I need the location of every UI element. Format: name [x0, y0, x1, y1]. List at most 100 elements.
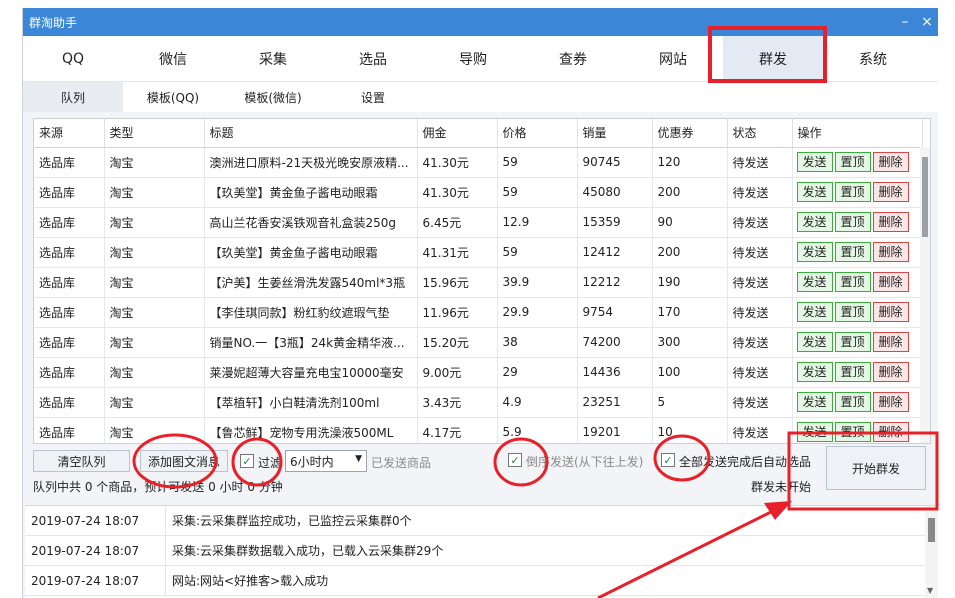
pin-top-button[interactable]: 置顶 — [834, 182, 871, 202]
table-cell: 6.45元 — [417, 207, 498, 238]
table-cell: 待发送 — [727, 387, 793, 418]
tab-1[interactable]: QQ — [23, 36, 123, 81]
send-button[interactable]: 发送 — [796, 152, 833, 172]
pin-top-button[interactable]: 置顶 — [834, 362, 871, 382]
table-cell: 淘宝 — [104, 147, 205, 178]
table-cell: 澳洲进口原料-21天极光晚安原液精... — [204, 147, 418, 178]
send-button[interactable]: 发送 — [796, 392, 833, 412]
delete-button[interactable]: 删除 — [872, 302, 909, 322]
send-button[interactable]: 发送 — [796, 302, 833, 322]
log-scroll-thumb[interactable] — [928, 518, 935, 542]
send-button[interactable]: 发送 — [796, 272, 833, 292]
send-button[interactable]: 发送 — [796, 212, 833, 232]
table-cell: 选品库 — [34, 387, 105, 418]
clear-queue-button[interactable]: 清空队列 — [33, 450, 130, 472]
table-row[interactable]: 选品库 淘宝 澳洲进口原料-21天极光晚安原液精... 41.30元 59 90745 12… — [34, 147, 923, 178]
row-actions: 发送 置顶 删除 — [792, 267, 923, 298]
table-cell: 【玖美堂】黄金鱼子酱电动眼霜 — [204, 177, 418, 208]
delete-button[interactable]: 删除 — [872, 212, 909, 232]
reverse-send-checkbox[interactable]: ✓ — [508, 453, 522, 467]
scroll-thumb[interactable] — [922, 157, 928, 237]
queue-info: 队列中共 0 个商品，预计可发送 0 小时 0 分钟 — [33, 480, 283, 494]
table-row[interactable]: 选品库 淘宝 【沪美】生姜丝滑洗发露540ml*3瓶 15.96元 39.9 12212 1… — [34, 267, 923, 298]
table-cell: 淘宝 — [104, 417, 205, 443]
close-icon[interactable]: × — [916, 8, 938, 36]
log-message: 网站:网站<好推客>载入成功 — [172, 574, 329, 588]
filter-time-value: 6小时内 — [290, 454, 334, 469]
delete-button[interactable]: 删除 — [872, 422, 909, 442]
start-broadcast-button[interactable]: 开始群发 — [826, 446, 926, 490]
row-actions: 发送 置顶 删除 — [792, 357, 923, 388]
pin-top-button[interactable]: 置顶 — [834, 242, 871, 262]
table-row[interactable]: 选品库 淘宝 【李佳琪同款】粉红豹纹遮瑕气垫 11.96元 29.9 9754 170 待发送… — [34, 297, 923, 328]
pin-top-button[interactable]: 置顶 — [834, 272, 871, 292]
table-row[interactable]: 选品库 淘宝 【鲁芯鲜】宠物专用洗澡液500ML 4.17元 5.9 19201 10 待发送… — [34, 417, 923, 443]
pin-top-button[interactable]: 置顶 — [834, 212, 871, 232]
table-cell: 15.20元 — [417, 327, 498, 358]
table-cell: 300 — [652, 327, 728, 358]
table-row[interactable]: 选品库 淘宝 高山兰花香安溪铁观音礼盒装250g 6.45元 12.9 15359 90 待发… — [34, 207, 923, 238]
table-cell: 选品库 — [34, 297, 105, 328]
pin-top-button[interactable]: 置顶 — [834, 152, 871, 172]
tab-4[interactable]: 选品 — [323, 36, 423, 81]
subtab-1[interactable]: 队列 — [23, 82, 123, 112]
subtab-2[interactable]: 模板(QQ) — [123, 82, 223, 112]
tab-2[interactable]: 微信 — [123, 36, 223, 81]
log-scrollbar[interactable]: ▼ — [925, 506, 937, 598]
filter-checkbox[interactable]: ✓ — [240, 454, 254, 468]
tab-3[interactable]: 采集 — [223, 36, 323, 81]
table-row[interactable]: 选品库 淘宝 【玖美堂】黄金鱼子酱电动眼霜 41.30元 59 45080 200 待发送 发送… — [34, 177, 923, 208]
table-cell: 【鲁芯鲜】宠物专用洗澡液500ML — [204, 417, 418, 443]
table-cell: 29.9 — [497, 297, 578, 328]
log-row: 2019-07-24 18:07 采集:云采集群数据载入成功，已载入云采集群29个 — [25, 536, 937, 566]
delete-button[interactable]: 删除 — [872, 182, 909, 202]
add-message-button[interactable]: 添加图文消息 — [140, 450, 228, 472]
send-button[interactable]: 发送 — [796, 182, 833, 202]
pin-top-button[interactable]: 置顶 — [834, 392, 871, 412]
table-scrollbar[interactable] — [920, 147, 930, 443]
send-button[interactable]: 发送 — [796, 242, 833, 262]
subtab-4[interactable]: 设置 — [323, 82, 423, 112]
table-cell: 选品库 — [34, 327, 105, 358]
send-button[interactable]: 发送 — [796, 332, 833, 352]
table-cell: 待发送 — [727, 327, 793, 358]
minimize-icon[interactable]: – — [894, 8, 916, 36]
title-bar: 群淘助手 – × — [23, 8, 938, 36]
scroll-down-icon[interactable]: ▼ — [927, 586, 933, 595]
pin-top-button[interactable]: 置顶 — [834, 332, 871, 352]
row-actions: 发送 置顶 删除 — [792, 297, 923, 328]
filter-time-select[interactable]: 6小时内 ▼ — [285, 450, 367, 472]
delete-button[interactable]: 删除 — [872, 272, 909, 292]
tab-5[interactable]: 导购 — [423, 36, 523, 81]
subtab-3[interactable]: 模板(微信) — [223, 82, 323, 112]
log-message: 采集:云采集群监控成功，已监控云采集群0个 — [172, 514, 412, 528]
table-cell: 淘宝 — [104, 357, 205, 388]
table-row[interactable]: 选品库 淘宝 销量NO.一【3瓶】24k黄金精华液... 15.20元 38 74200 3… — [34, 327, 923, 358]
table-cell: 【萃植轩】小白鞋清洗剂100ml — [204, 387, 418, 418]
auto-select-checkbox[interactable]: ✓ — [661, 453, 675, 467]
send-button[interactable]: 发送 — [796, 362, 833, 382]
tab-6[interactable]: 查券 — [523, 36, 623, 81]
table-row[interactable]: 选品库 淘宝 莱漫妮超薄大容量充电宝10000毫安 9.00元 29 14436 100 待发… — [34, 357, 923, 388]
table-cell: 74200 — [577, 327, 653, 358]
tab-9[interactable]: 系统 — [823, 36, 923, 81]
table-cell: 59 — [497, 177, 578, 208]
delete-button[interactable]: 删除 — [872, 242, 909, 262]
table-row[interactable]: 选品库 淘宝 【玖美堂】黄金鱼子酱电动眼霜 41.31元 59 12412 200 待发送 发送… — [34, 237, 923, 268]
delete-button[interactable]: 删除 — [872, 332, 909, 352]
table-row[interactable]: 选品库 淘宝 【萃植轩】小白鞋清洗剂100ml 3.43元 4.9 23251 5 待发送 发送… — [34, 387, 923, 418]
auto-select-label: 全部发送完成后自动选品 — [679, 455, 812, 469]
delete-button[interactable]: 删除 — [872, 362, 909, 382]
column-header: 状态 — [727, 119, 793, 148]
delete-button[interactable]: 删除 — [872, 152, 909, 172]
pin-top-button[interactable]: 置顶 — [834, 422, 871, 442]
delete-button[interactable]: 删除 — [872, 392, 909, 412]
tab-8[interactable]: 群发 — [723, 36, 823, 81]
send-button[interactable]: 发送 — [796, 422, 833, 442]
tab-7[interactable]: 网站 — [623, 36, 723, 81]
sub-tabs: 队列 模板(QQ) 模板(微信) 设置 — [23, 82, 938, 112]
pin-top-button[interactable]: 置顶 — [834, 302, 871, 322]
table-cell: 45080 — [577, 177, 653, 208]
table-cell: 【李佳琪同款】粉红豹纹遮瑕气垫 — [204, 297, 418, 328]
table-cell: 29 — [497, 357, 578, 388]
